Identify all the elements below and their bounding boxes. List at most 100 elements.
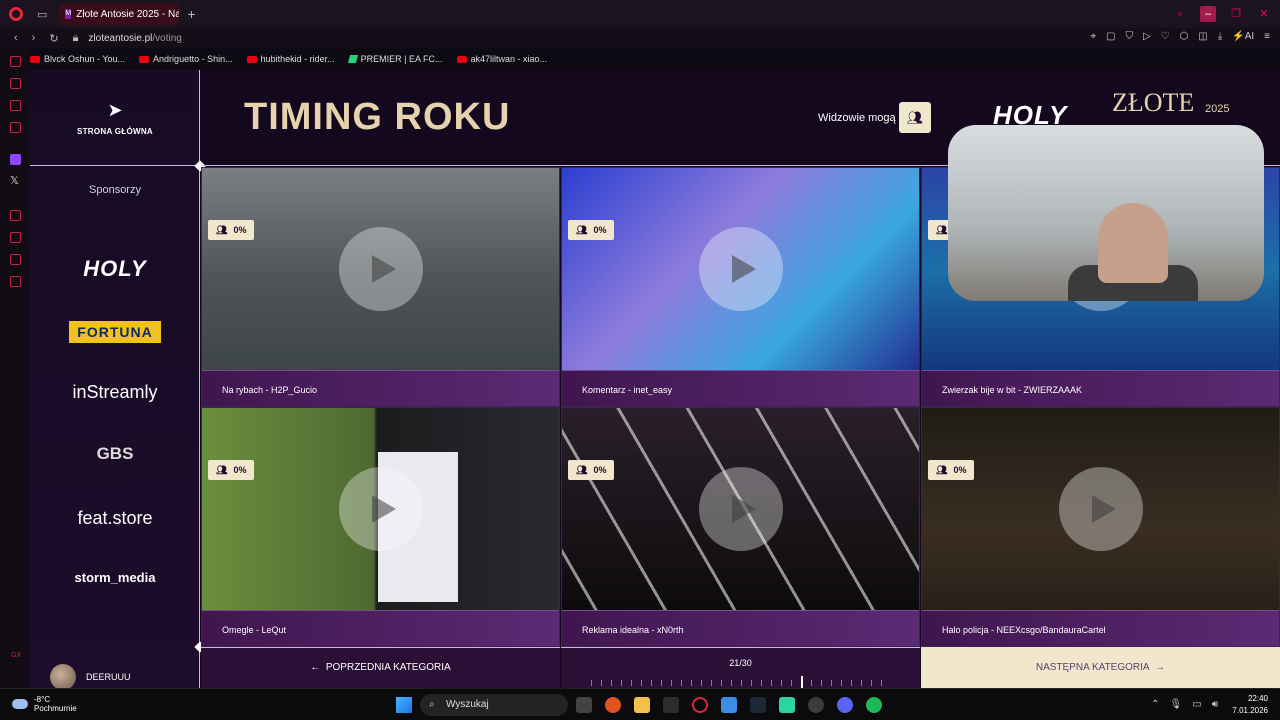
users-icon: 👥︎ [936, 465, 948, 475]
nominee-card[interactable]: 👥︎ 0% Komentarz - inet_easy [561, 167, 920, 407]
player-sidebar-icon[interactable] [10, 210, 21, 221]
display-icon[interactable]: ▭ [1192, 699, 1201, 710]
gx-corner-icon[interactable] [10, 78, 21, 89]
cloud-icon [12, 699, 28, 709]
next-category-button[interactable]: NASTĘPNA KATEGORIA → [921, 647, 1280, 688]
forward-icon[interactable]: › [32, 32, 36, 44]
progress-marker [801, 676, 803, 688]
browser-tab-bar: ▭ M Złote Antosie 2025 - Najw ✕ + ⌕ – ❐ … [0, 0, 1280, 28]
gx-control-icon[interactable] [10, 56, 21, 67]
messenger-icon[interactable] [10, 100, 21, 111]
arrow-left-icon: ← [310, 662, 326, 673]
player-icon[interactable]: ▷ [1143, 31, 1151, 42]
app-icon[interactable] [605, 697, 621, 713]
home-label: STRONA GŁÓWNA [76, 127, 154, 136]
steam-icon[interactable] [750, 697, 766, 713]
bookmark-item[interactable]: Blvck Oshun - You... [30, 54, 125, 64]
card-title: Na rybach - H2P_Gucio [202, 370, 559, 406]
history-icon[interactable] [10, 232, 21, 243]
url-field[interactable]: zloteantosie.pl/voting [88, 33, 181, 44]
opera-logo-icon[interactable] [9, 7, 23, 21]
menu-icon[interactable]: ≡ [1264, 31, 1270, 42]
microphone-icon[interactable]: 🎙︎ [1170, 699, 1183, 710]
twitch-icon[interactable] [10, 154, 21, 165]
nominee-card[interactable]: 👥︎ 0% Na rybach - H2P_Gucio [201, 167, 560, 407]
extensions-icon[interactable]: ⬡ [1180, 31, 1189, 42]
bookmark-item[interactable]: hubithekid - rider... [246, 54, 335, 64]
play-icon[interactable] [698, 467, 783, 551]
weather-widget[interactable]: -8°C Pochmurnie [12, 695, 77, 713]
user-profile[interactable]: DEERUUU [50, 664, 131, 688]
bookmark-item[interactable]: PREMIER | EA FC... [347, 54, 443, 64]
discord-icon[interactable] [837, 697, 853, 713]
vpn-icon[interactable]: ⛉ [1125, 31, 1133, 42]
site-favicon-icon: M [65, 9, 72, 19]
taskbar-search[interactable]: Wyszukaj [420, 694, 568, 716]
download-icon[interactable]: ⤓ [1218, 31, 1222, 42]
windows-start-icon[interactable] [396, 697, 412, 713]
sponsor-holy-logo[interactable]: HOLY [30, 256, 200, 282]
store-icon[interactable] [663, 697, 679, 713]
reload-icon[interactable]: ↻ [49, 32, 58, 45]
spotify-icon[interactable] [866, 697, 882, 713]
play-icon[interactable] [698, 227, 783, 311]
app2-icon[interactable] [779, 697, 795, 713]
windows-taskbar: -8°CPochmurnie Wyszukaj ⌃ 🎙︎ ▭ 🔊︎ 22:40 … [0, 688, 1280, 720]
file-explorer-icon[interactable] [634, 697, 650, 713]
sponsor-stormmedia-logo[interactable]: storm_media [30, 570, 200, 585]
notepad-icon[interactable] [721, 697, 737, 713]
new-tab-button[interactable]: + [187, 6, 195, 22]
brand-zlote-logo: ZŁOTE [1112, 88, 1195, 117]
snapshot-icon[interactable]: ⌖ [1090, 31, 1096, 42]
chevron-up-icon[interactable]: ⌃ [1151, 699, 1159, 710]
active-tab[interactable]: M Złote Antosie 2025 - Najw ✕ [59, 3, 180, 25]
viewers-vote-button[interactable]: 👥︎ [899, 102, 931, 133]
settings-icon[interactable] [10, 276, 21, 287]
screenshot-icon[interactable]: ▢ [1106, 31, 1115, 42]
sponsor-instreamly-logo[interactable]: inStreamly [30, 382, 200, 403]
sponsor-gbs-logo[interactable]: GBS [30, 444, 200, 464]
back-icon[interactable]: ‹ [14, 32, 18, 44]
system-tray: ⌃ 🎙︎ ▭ 🔊︎ [1151, 699, 1218, 710]
sponsor-fortuna-logo[interactable]: FORTUNA [30, 321, 200, 343]
minimize-button[interactable]: – [1200, 6, 1216, 22]
task-view-icon[interactable] [576, 697, 592, 713]
github-icon[interactable] [808, 697, 824, 713]
bookmark-heart-icon[interactable]: ♡ [1161, 31, 1170, 42]
brand-year: 2025 [1205, 103, 1230, 115]
aria-ai-icon[interactable]: ⚡AI [1232, 31, 1254, 42]
play-icon[interactable] [1058, 467, 1143, 551]
play-icon[interactable] [338, 467, 423, 551]
previous-category-button[interactable]: ← POPRZEDNIA KATEGORIA [201, 647, 560, 688]
nominee-card[interactable]: 👥︎ 0% Omegle - LeQut [201, 407, 560, 647]
search-tabs-icon[interactable]: ⌕ [1172, 6, 1188, 22]
nominee-card[interactable]: 👥︎ 0% Reklama idealna - xN0rth [561, 407, 920, 647]
extensions-sidebar-icon[interactable] [10, 254, 21, 265]
time: 22:40 [1247, 694, 1268, 703]
vote-percent-badge: 👥︎0% [208, 220, 255, 240]
window-controls: ⌕ – ❐ ✕ [1172, 6, 1272, 22]
wallet-icon[interactable]: ◫ [1198, 31, 1207, 42]
x-icon[interactable]: 𝕏 [10, 174, 21, 187]
vote-percent-badge: 👥︎0% [208, 460, 255, 480]
news-icon[interactable] [10, 122, 21, 133]
tab-menu-icon[interactable]: ▭ [37, 8, 47, 21]
volume-icon[interactable]: 🔊︎ [1212, 699, 1218, 710]
opera-gx-icon[interactable] [692, 697, 708, 713]
home-link[interactable]: ➤ STRONA GŁÓWNA [30, 70, 200, 166]
card-title: Komentarz - inet_easy [562, 370, 919, 406]
bookmark-item[interactable]: Andriguetto - Shin... [139, 54, 233, 64]
bookmark-item[interactable]: ak47liltwan - xiao... [456, 54, 547, 64]
close-window-button[interactable]: ✕ [1256, 6, 1272, 22]
sponsor-featstore-logo[interactable]: feat.store [30, 508, 200, 529]
play-icon[interactable] [338, 227, 423, 311]
clock[interactable]: 22:40 7.01.2026 [1232, 693, 1268, 717]
youtube-icon [30, 55, 40, 63]
youtube-icon [456, 55, 467, 63]
nominee-card[interactable]: 👥︎ 0% Halo policja - NEEXcsgo/BandauraCar… [921, 407, 1280, 647]
progress-ticks [591, 680, 891, 686]
webcam-person-head [1098, 203, 1168, 283]
maximize-button[interactable]: ❐ [1228, 6, 1244, 22]
date: 7.01.2026 [1232, 706, 1268, 715]
gx-label: GX [11, 652, 22, 659]
